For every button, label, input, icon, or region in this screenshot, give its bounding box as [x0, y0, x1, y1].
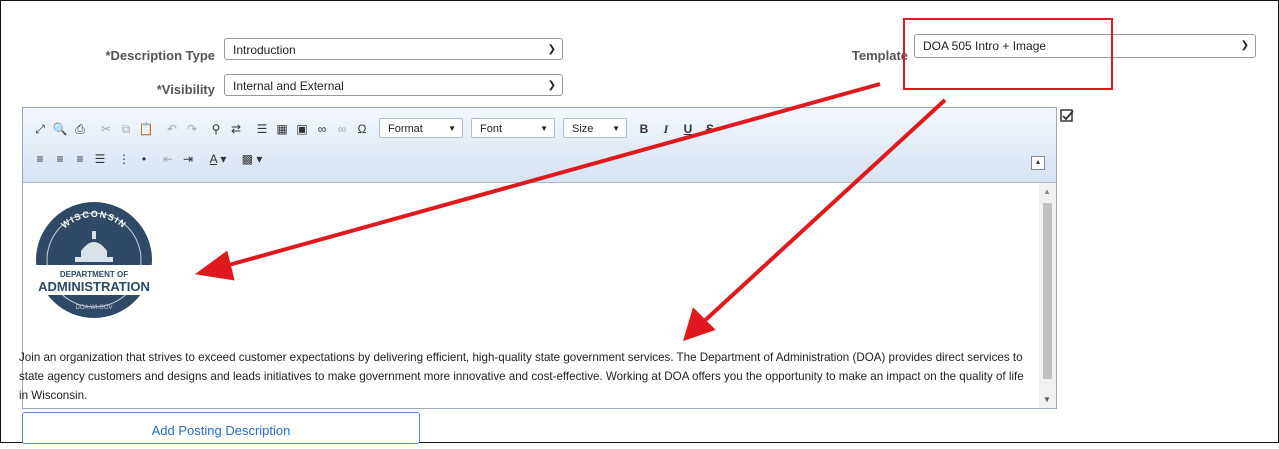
annotation-arrow-to-logo: [217, 82, 881, 270]
annotation-arrows: [194, 82, 947, 342]
annotation-arrowhead: [194, 250, 235, 281]
annotation-arrow-to-text: [698, 98, 947, 327]
